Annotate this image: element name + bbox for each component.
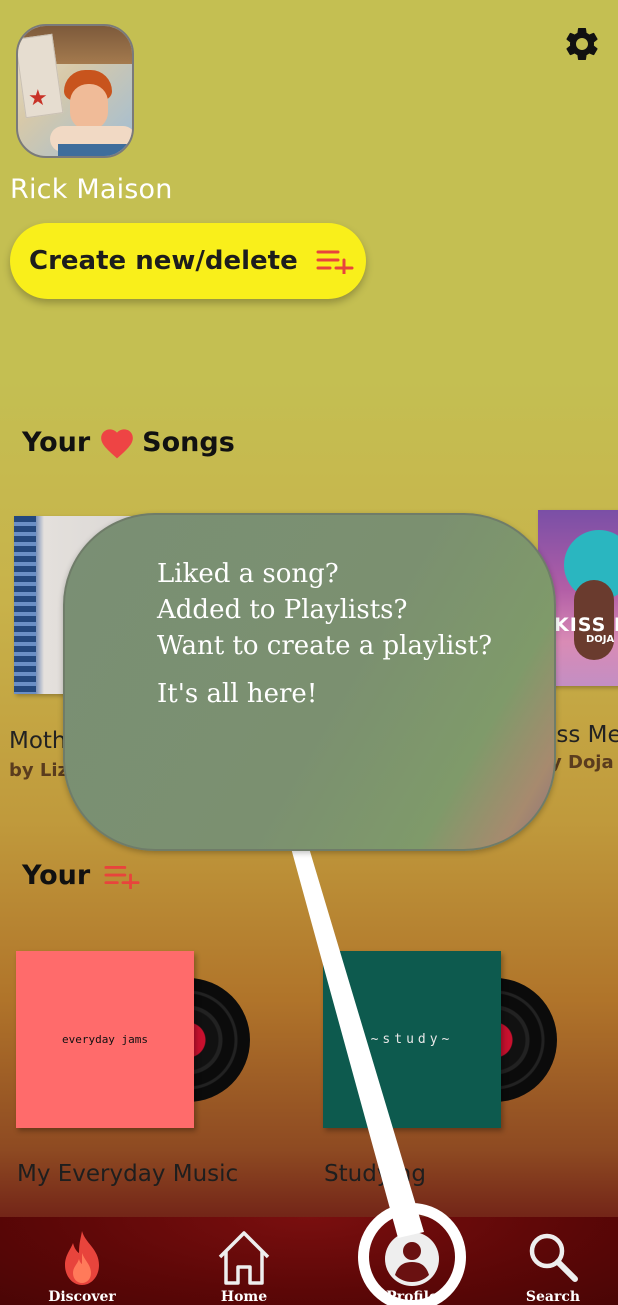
tooltip-line-1: Liked a song? <box>157 559 339 589</box>
tooltip-footer: It's all here! <box>157 679 318 709</box>
onboarding-tooltip[interactable]: Liked a song? Added to Playlists? Want t… <box>63 513 556 851</box>
profile-highlight-ring <box>358 1203 466 1305</box>
tooltip-line-2: Added to Playlists? <box>157 595 408 625</box>
tooltip-line-3: Want to create a playlist? <box>157 631 493 661</box>
